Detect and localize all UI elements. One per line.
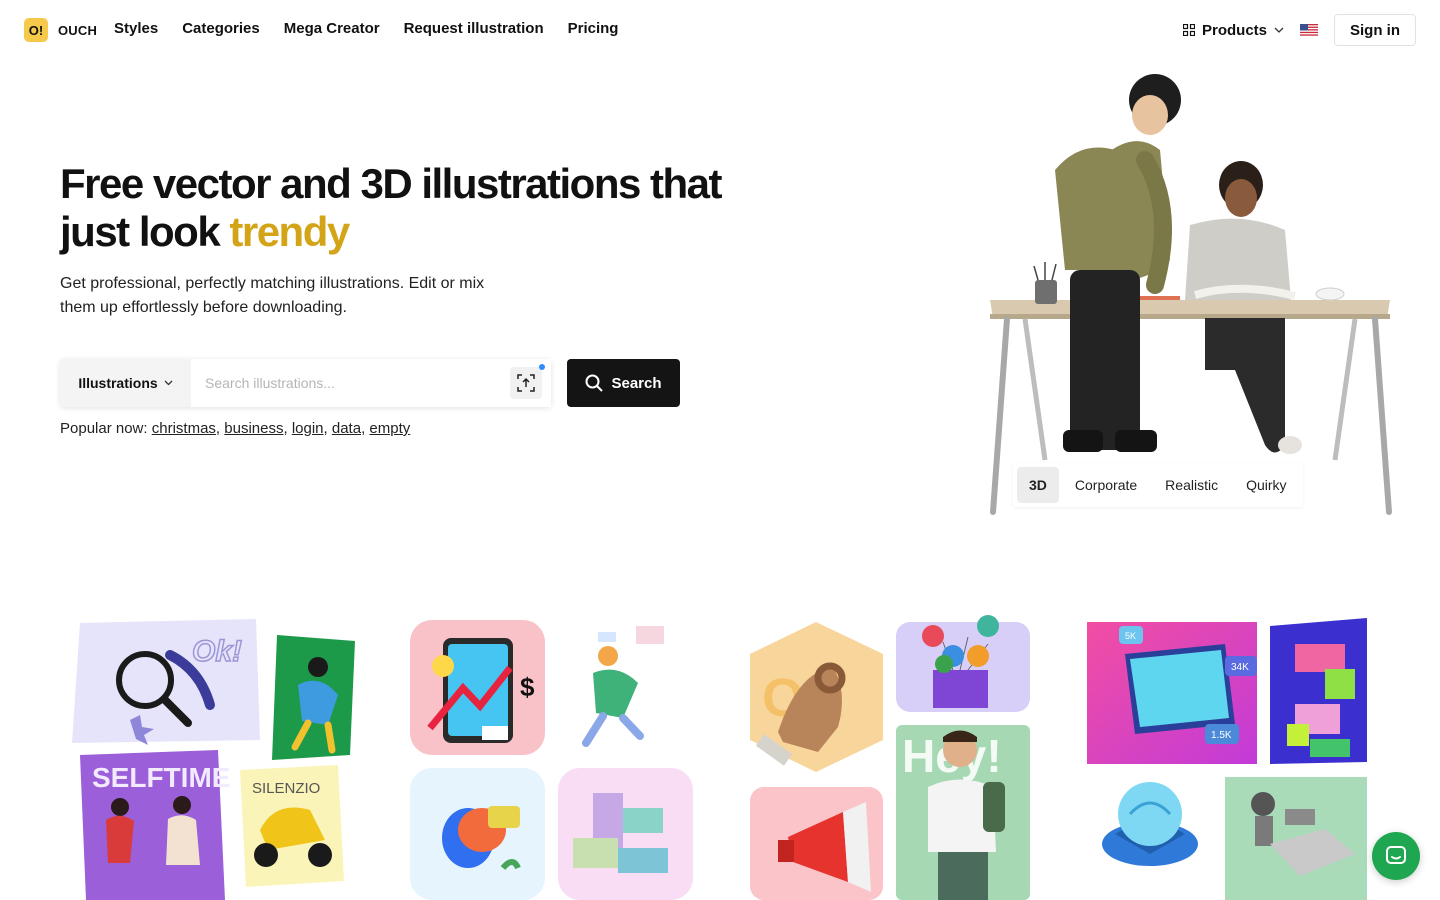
nav-styles[interactable]: Styles — [114, 20, 158, 37]
hero-illustration — [990, 74, 1392, 515]
main-nav: Styles Categories Mega Creator Request i… — [114, 20, 618, 37]
gallery-realistic-group[interactable]: OK Hey! — [748, 612, 1032, 900]
search-bar: Illustrations — [60, 359, 551, 407]
style-tab-realistic[interactable]: Realistic — [1153, 467, 1230, 503]
style-tab-3d[interactable]: 3D — [1017, 467, 1059, 503]
chat-icon — [1386, 846, 1406, 864]
popular-searches: Popular now: christmas, business, login,… — [60, 420, 411, 437]
search-input[interactable] — [191, 359, 551, 407]
nav-request-illustration[interactable]: Request illustration — [404, 20, 544, 37]
gallery-quirky-group[interactable]: Ok! SELFTIME SILENZIO — [70, 615, 360, 900]
notification-dot — [539, 364, 545, 370]
search-type-label: Illustrations — [78, 375, 158, 391]
hero-title-text: Free vector and 3D illustrations that ju… — [60, 160, 723, 255]
popular-tag-login[interactable]: login — [292, 420, 324, 437]
chevron-down-icon — [1274, 27, 1284, 33]
hero-title-accent: trendy — [229, 208, 350, 255]
chevron-down-icon — [164, 380, 173, 386]
us-flag-icon[interactable] — [1300, 24, 1318, 36]
nav-pricing[interactable]: Pricing — [568, 20, 619, 37]
stat-5k-text: 5K — [1125, 631, 1136, 641]
image-search-button[interactable] — [510, 364, 545, 399]
upload-image-icon — [517, 374, 535, 392]
popular-tag-empty[interactable]: empty — [369, 420, 410, 437]
search-button[interactable]: Search — [567, 359, 680, 407]
nav-mega-creator[interactable]: Mega Creator — [284, 20, 380, 37]
gallery-3d-group[interactable]: $ — [408, 618, 696, 900]
grid-icon — [1182, 24, 1195, 36]
search-type-dropdown[interactable]: Illustrations — [60, 359, 191, 407]
popular-tag-business[interactable]: business — [224, 420, 283, 437]
dollar-text: $ — [520, 672, 535, 702]
ok-text: Ok! — [192, 635, 242, 668]
stat-1-5k-text: 1.5K — [1211, 730, 1232, 741]
top-header: O! OUCH Styles Categories Mega Creator R… — [0, 0, 1440, 60]
logo-text: OUCH — [58, 22, 98, 38]
popular-tag-data[interactable]: data — [332, 420, 361, 437]
products-menu[interactable]: Products — [1182, 21, 1284, 39]
silenzio-text: SILENZIO — [252, 780, 320, 797]
hero-title: Free vector and 3D illustrations that ju… — [60, 160, 740, 256]
products-label: Products — [1201, 21, 1267, 39]
search-icon — [585, 374, 604, 392]
style-tab-corporate[interactable]: Corporate — [1063, 467, 1149, 503]
popular-label: Popular now: — [60, 420, 148, 437]
header-actions: Products Sign in — [1182, 14, 1416, 46]
hero-subtitle: Get professional, perfectly matching ill… — [60, 275, 485, 316]
chat-widget-button[interactable] — [1372, 832, 1420, 880]
selftime-text: SELFTIME — [92, 762, 230, 793]
style-tab-quirky[interactable]: Quirky — [1234, 467, 1298, 503]
popular-tag-christmas[interactable]: christmas — [152, 420, 216, 437]
nav-categories[interactable]: Categories — [182, 20, 260, 37]
stat-34k-text: 34K — [1231, 662, 1249, 673]
style-tabs: 3D Corporate Realistic Quirky — [1013, 463, 1303, 507]
gallery-tech-group[interactable]: 5K 34K 1.5K — [1085, 614, 1370, 900]
logo-mark: O! — [24, 18, 48, 42]
sign-in-button[interactable]: Sign in — [1334, 14, 1416, 46]
search-button-label: Search — [611, 374, 662, 392]
logo[interactable]: O! OUCH — [24, 18, 97, 42]
